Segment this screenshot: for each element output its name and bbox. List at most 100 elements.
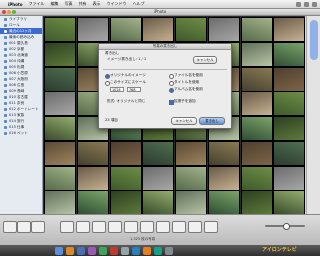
photo-thumbnail[interactable] (273, 116, 305, 141)
trash-icon[interactable] (165, 246, 173, 255)
app-icon[interactable] (99, 246, 107, 255)
close-window-icon[interactable] (2, 10, 6, 14)
menu-window[interactable]: ウインドウ (107, 1, 127, 7)
photo-thumbnail[interactable] (273, 140, 305, 166)
zoom-window-icon[interactable] (12, 10, 16, 14)
dialog-tab-label[interactable]: 書き出し (105, 51, 119, 56)
photo-thumbnail[interactable] (240, 41, 273, 67)
menu-edit[interactable]: 編集 (51, 1, 59, 7)
spotlight-icon[interactable] (312, 1, 317, 7)
scroll-thumb[interactable] (310, 20, 318, 60)
photo-thumbnail[interactable] (44, 190, 76, 214)
photo-thumbnail[interactable] (240, 190, 273, 214)
book-button[interactable] (92, 221, 106, 233)
app-icon[interactable] (143, 246, 151, 255)
menu-iphoto[interactable]: iPhoto (8, 2, 23, 7)
finder-icon[interactable] (55, 246, 63, 255)
photo-thumbnail[interactable] (76, 17, 109, 42)
photo-thumbnail[interactable] (240, 165, 273, 191)
photo-thumbnail[interactable] (175, 165, 207, 191)
calendar-button[interactable] (108, 221, 122, 233)
photo-thumbnail[interactable] (142, 190, 175, 214)
photo-thumbnail[interactable] (109, 165, 142, 191)
photo-thumbnail[interactable] (142, 17, 175, 42)
status-icon[interactable] (304, 1, 309, 7)
menu-file[interactable]: ファイル (29, 1, 45, 7)
filename-label: ファイル名を使用 (174, 73, 203, 77)
photo-thumbnail[interactable] (175, 17, 207, 42)
cancel-top-button[interactable]: キャンセル (193, 56, 217, 64)
extension-label: 拡張子を追加 (174, 99, 196, 103)
app-icon[interactable] (66, 246, 74, 255)
desktop-button[interactable] (204, 221, 218, 233)
photo-thumbnail[interactable] (109, 190, 142, 214)
photo-thumbnail[interactable] (76, 140, 109, 166)
app-icon[interactable] (110, 246, 118, 255)
photo-thumbnail[interactable] (207, 17, 240, 42)
window-titlebar[interactable]: iPhoto (0, 9, 320, 16)
album-icon (4, 41, 7, 45)
export-button[interactable]: 書き出し (199, 117, 225, 125)
photo-thumbnail[interactable] (207, 140, 240, 166)
photo-thumbnail[interactable] (109, 140, 142, 166)
edit-button[interactable] (76, 221, 90, 233)
photo-thumbnail[interactable] (273, 66, 305, 92)
photo-thumbnail[interactable] (44, 116, 76, 141)
app-icon[interactable] (88, 246, 96, 255)
photo-thumbnail[interactable] (44, 140, 76, 166)
sidebar-item[interactable]: 016 ペット (0, 130, 42, 136)
zoom-knob[interactable] (283, 223, 290, 230)
photo-thumbnail[interactable] (273, 165, 305, 191)
homepage-button[interactable] (188, 221, 202, 233)
app-icon[interactable] (77, 246, 85, 255)
photo-thumbnail[interactable] (175, 190, 207, 214)
app-icon[interactable] (121, 246, 129, 255)
photo-thumbnail[interactable] (207, 190, 240, 214)
app-icon[interactable] (154, 246, 162, 255)
minimize-window-icon[interactable] (7, 10, 11, 14)
photo-thumbnail[interactable] (44, 165, 76, 191)
photo-thumbnail[interactable] (109, 17, 142, 42)
add-album-button[interactable] (3, 221, 17, 233)
album-icon (4, 83, 7, 87)
photo-thumbnail[interactable] (273, 91, 305, 117)
photo-thumbnail[interactable] (240, 140, 273, 166)
order-prints-button[interactable] (172, 221, 186, 233)
photo-thumbnail[interactable] (142, 140, 175, 166)
photo-thumbnail[interactable] (273, 190, 305, 214)
photo-thumbnail[interactable] (44, 91, 76, 117)
photo-thumbnail[interactable] (240, 91, 273, 117)
photo-thumbnail[interactable] (44, 41, 76, 67)
iphoto-dock-icon[interactable] (132, 246, 140, 255)
menu-help[interactable]: ヘルプ (133, 1, 145, 7)
height-field[interactable]: 768 (127, 87, 141, 92)
photo-thumbnail[interactable] (240, 17, 273, 42)
photo-thumbnail[interactable] (175, 140, 207, 166)
photo-thumbnail[interactable] (44, 17, 76, 42)
info-button[interactable] (17, 221, 31, 233)
slideshow-button[interactable] (31, 221, 45, 233)
status-icon[interactable] (296, 1, 301, 7)
source-list: ライブラリ ロール 最近の12ヶ月 最後の読み込み 001 屋久島 002 京都 003 北… (0, 16, 43, 214)
print-button[interactable] (140, 221, 154, 233)
photo-thumbnail[interactable] (207, 165, 240, 191)
photo-thumbnail[interactable] (76, 165, 109, 191)
card-button[interactable] (124, 221, 138, 233)
photo-thumbnail[interactable] (273, 17, 305, 42)
rotate-button[interactable] (60, 221, 74, 233)
photo-thumbnail[interactable] (76, 190, 109, 214)
photo-thumbnail[interactable] (240, 66, 273, 92)
menu-share[interactable]: 共有 (79, 1, 87, 7)
photo-thumbnail[interactable] (240, 116, 273, 141)
photo-thumbnail[interactable] (142, 165, 175, 191)
photo-thumbnail[interactable] (273, 41, 305, 67)
menu-view[interactable]: 表示 (93, 1, 101, 7)
photo-thumbnail[interactable] (44, 66, 76, 92)
menu-photos[interactable]: 写真 (65, 1, 73, 7)
vertical-scrollbar[interactable] (306, 16, 320, 214)
cancel-button[interactable]: キャンセル (171, 117, 197, 125)
email-button[interactable] (156, 221, 170, 233)
width-field[interactable]: 1024 (110, 87, 124, 92)
zoom-slider[interactable] (265, 223, 305, 230)
window-title: iPhoto (153, 9, 167, 14)
